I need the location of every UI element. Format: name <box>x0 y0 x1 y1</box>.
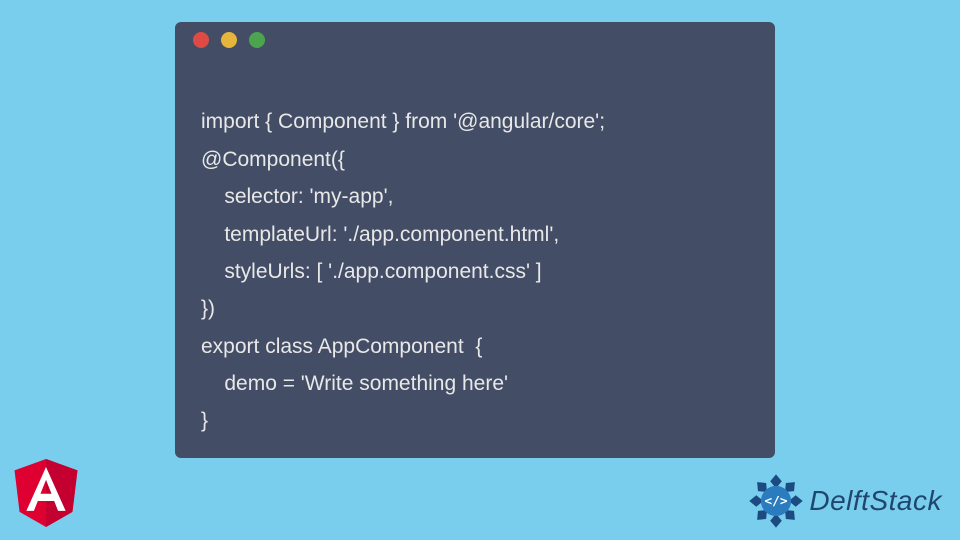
code-line: demo = 'Write something here' <box>201 372 508 395</box>
minimize-icon <box>221 32 237 48</box>
code-line: styleUrls: [ './app.component.css' ] <box>201 260 542 283</box>
code-line: selector: 'my-app', <box>201 185 393 208</box>
window-titlebar <box>175 22 775 58</box>
angular-logo-icon <box>14 459 78 532</box>
code-line: export class AppComponent { <box>201 335 482 358</box>
svg-text:</>: </> <box>765 494 788 509</box>
code-line: templateUrl: './app.component.html', <box>201 223 559 246</box>
close-icon <box>193 32 209 48</box>
code-block: import { Component } from '@angular/core… <box>175 58 775 440</box>
delftstack-label: DelftStack <box>809 485 942 517</box>
code-line: @Component({ <box>201 148 345 171</box>
code-line: }) <box>201 297 215 320</box>
delftstack-logo: </> DelftStack <box>747 472 942 530</box>
delftstack-badge-icon: </> <box>747 472 805 530</box>
code-line: import { Component } from '@angular/core… <box>201 110 605 133</box>
maximize-icon <box>249 32 265 48</box>
code-line: } <box>201 409 208 432</box>
code-window: import { Component } from '@angular/core… <box>175 22 775 458</box>
